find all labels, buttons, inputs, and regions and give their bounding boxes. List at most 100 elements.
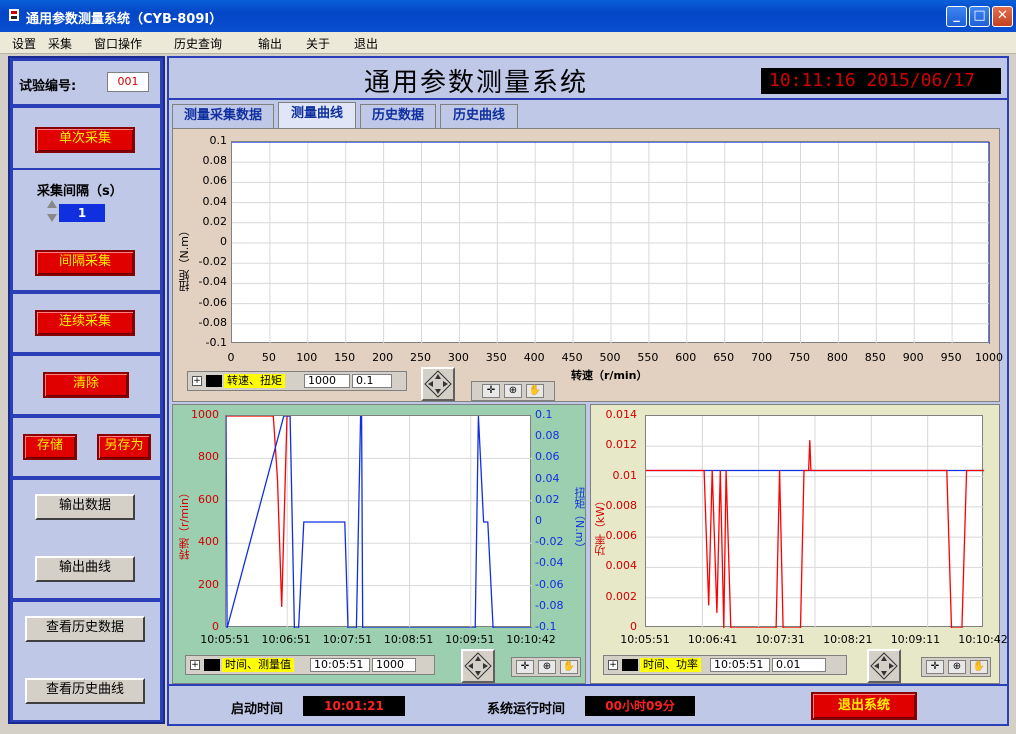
y-tick-label: -0.1 [205,336,227,349]
x-tick-label: 250 [410,351,431,364]
expand-icon[interactable]: + [608,660,618,670]
menu-bar: 设置 采集 窗口操作 历史查询 输出 关于 退出 [0,32,1016,54]
view-history-curve-button[interactable]: 查看历史曲线 [25,678,145,704]
br-cursor-navpad[interactable] [867,649,901,683]
speed-time-right-axis-label: 扭矩（N.m） [573,487,586,554]
y-tick-label: 0.06 [535,450,560,464]
bl-cursor-x-field[interactable]: 10:05:51 [310,658,370,672]
br-cursor-y-field[interactable]: 0.01 [772,658,826,672]
crosshair-icon[interactable]: ✛ [926,660,944,674]
expand-icon[interactable]: + [190,660,200,670]
test-number-field[interactable]: 001 [107,72,149,92]
clock-display: 10:11:16 2015/06/17 [761,68,1001,94]
y-tick-label: 0.002 [605,589,638,603]
power-time-plot-area[interactable] [645,415,984,628]
speed-time-left-axis-label: 转速（r/min） [178,487,191,560]
y-tick-label: 0 [630,620,637,633]
app-icon [9,9,19,21]
torque-speed-plot-area[interactable] [231,141,990,344]
speed-time-chart [226,416,532,628]
power-time-chart [646,416,984,628]
zoom-icon[interactable]: ⊕ [538,660,556,674]
y-tick-label: 0 [220,235,227,248]
x-tick-label: 750 [789,351,810,364]
y-tick-label: 0.02 [202,214,228,228]
view-history-data-button[interactable]: 查看历史数据 [25,616,145,642]
x-tick-label: 10:06:41 [687,633,738,646]
br-legend[interactable]: + 时间、功率 10:05:51 0.01 [603,655,847,675]
menu-history[interactable]: 历史查询 [174,35,222,52]
continuous-acquire-button[interactable]: 连续采集 [35,310,135,336]
top-cursor-navpad[interactable] [421,367,455,401]
single-acquire-button[interactable]: 单次采集 [35,127,135,153]
save-section: 存储 另存为 [13,418,160,476]
x-tick-label: 10:07:31 [755,633,805,646]
expand-icon[interactable]: + [192,376,202,386]
torque-axis-label: 扭矩（N.m） [178,225,191,292]
navpad-diamond-icon [870,652,898,680]
torque-speed-chart [232,142,990,344]
tab-history-curve[interactable]: 历史曲线 [440,104,518,128]
test-number-label: 试验编号: [19,79,77,94]
x-tick-label: 550 [637,351,659,364]
maximize-button[interactable]: □ [969,6,990,27]
top-cursor-y-field[interactable]: 0.1 [352,374,392,388]
x-tick-label: 10:08:51 [383,633,434,646]
x-tick-label: 10:09:11 [890,633,941,646]
bl-cursor-y-field[interactable]: 1000 [372,658,416,672]
pan-hand-icon[interactable]: ✋ [970,660,988,674]
x-tick-label: 600 [675,351,697,364]
crosshair-icon[interactable]: ✛ [516,660,534,674]
speed-time-plot-area[interactable] [225,415,532,628]
menu-about[interactable]: 关于 [306,35,330,52]
series-line-1 [226,416,532,628]
minimize-button[interactable]: _ [946,6,967,27]
y-tick-label: -0.02 [198,255,227,269]
speed-axis-label: 转速（r/min） [571,369,648,382]
crosshair-icon[interactable]: ✛ [482,384,500,398]
save-as-button[interactable]: 另存为 [97,434,151,460]
zoom-icon[interactable]: ⊕ [948,660,966,674]
series-swatch [622,659,638,671]
save-button[interactable]: 存储 [23,434,77,460]
y-tick-label: -0.06 [535,577,564,591]
y-tick-label: -0.06 [198,295,227,309]
exit-system-button[interactable]: 退出系统 [811,692,917,720]
top-legend[interactable]: + 转速、扭矩 1000 0.1 [187,371,407,391]
pan-hand-icon[interactable]: ✋ [526,384,544,398]
close-button[interactable]: ✕ [992,6,1013,27]
bl-cursor-navpad[interactable] [461,649,495,683]
x-tick-label: 700 [751,351,773,364]
y-tick-label: 0.1 [535,408,553,421]
br-cursor-x-field[interactable]: 10:05:51 [710,658,770,672]
top-cursor-x-field[interactable]: 1000 [304,374,350,388]
menu-settings[interactable]: 设置 [12,35,36,52]
pan-hand-icon[interactable]: ✋ [560,660,578,674]
menu-window[interactable]: 窗口操作 [94,35,142,52]
interval-acquire-button[interactable]: 间隔采集 [35,250,135,276]
export-curve-button[interactable]: 输出曲线 [35,556,135,582]
menu-output[interactable]: 输出 [258,35,282,52]
y-tick-label: 0.1 [209,134,228,147]
run-time-label: 系统运行时间 [487,702,566,717]
export-data-button[interactable]: 输出数据 [35,494,135,520]
menu-acquire[interactable]: 采集 [48,35,72,52]
tab-measure-data[interactable]: 测量采集数据 [172,104,274,128]
header: 通用参数测量系统 10:11:16 2015/06/17 [167,56,1009,100]
y-tick-label: 0.006 [605,529,638,543]
x-tick-label: 100 [296,351,318,364]
y-tick-label: -0.1 [535,620,557,633]
y-tick-label: 200 [198,577,219,591]
interval-value-field[interactable]: 1 [59,204,105,222]
tab-history-data[interactable]: 历史数据 [360,104,436,128]
tab-measure-curve[interactable]: 测量曲线 [278,102,356,128]
bl-legend[interactable]: + 时间、测量值 10:05:51 1000 [185,655,435,675]
zoom-icon[interactable]: ⊕ [504,384,522,398]
continuous-section: 连续采集 [13,294,160,352]
interval-spinner-icon[interactable] [45,198,59,224]
minimize-icon: _ [953,8,960,23]
br-legend-label: 时间、功率 [640,658,701,672]
menu-exit[interactable]: 退出 [354,35,378,52]
x-tick-label: 50 [261,351,276,364]
clear-button[interactable]: 清除 [43,372,129,398]
